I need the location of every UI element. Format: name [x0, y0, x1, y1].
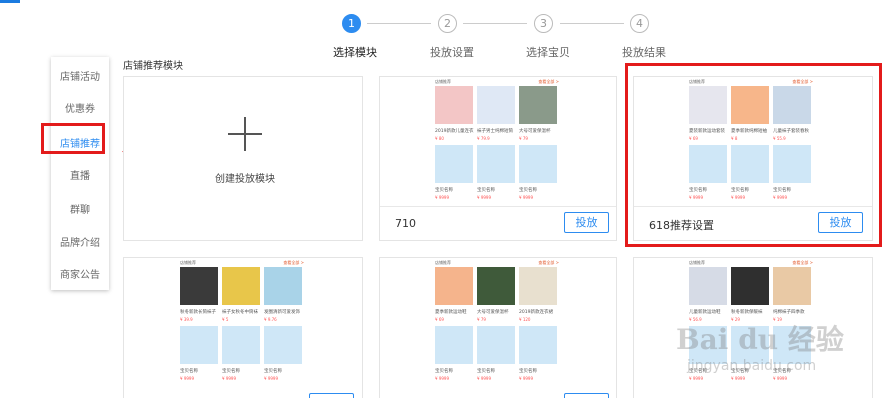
- module-preview: 店铺推荐 查看全部 > 秋冬新款长筒袜子 ¥ 39.9 宝贝名称 ¥ 9999 袜子女秋冬中…: [177, 259, 307, 387]
- placeholder-thumbnail: [435, 145, 473, 183]
- product-thumbnail: [773, 267, 811, 305]
- placeholder-name: 宝贝名称: [477, 369, 495, 374]
- product-thumbnail: [731, 267, 769, 305]
- product-name: 袜子女秋冬中筒袜: [222, 310, 258, 315]
- placeholder-name: 宝贝名称: [264, 369, 282, 374]
- product-price: ¥ 79: [477, 317, 486, 322]
- placeholder-price: ¥ 9999: [435, 376, 449, 381]
- product-price: ¥ 39.9: [180, 317, 193, 322]
- product-price: ¥ 79: [519, 136, 528, 141]
- product-name: 纯棉袜子四季款: [773, 310, 805, 315]
- card-highlight-box: [625, 63, 882, 247]
- product-thumbnail: [477, 86, 515, 124]
- product-name: 2019新款连衣裙: [519, 310, 553, 315]
- placeholder-price: ¥ 9999: [477, 195, 491, 200]
- placeholder-name: 宝贝名称: [477, 188, 495, 193]
- product-price: ¥ 79.9: [477, 136, 490, 141]
- plus-icon: [244, 117, 246, 151]
- section-title: 店铺推荐模块: [123, 61, 183, 72]
- product-name: 袜子男士纯棉短筒: [477, 129, 513, 134]
- product-thumbnail: [264, 267, 302, 305]
- placeholder-price: ¥ 9999: [264, 376, 278, 381]
- module-preview: 店铺推荐 查看全部 > 2019新款儿童连衣 ¥ 80 宝贝名称 ¥ 9999 袜子男士纯棉…: [432, 78, 562, 206]
- preview-view-all: 查看全部 >: [792, 260, 813, 265]
- placeholder-price: ¥ 9999: [731, 376, 745, 381]
- deploy-button[interactable]: [564, 393, 609, 398]
- product-price: ¥ 69: [435, 317, 444, 322]
- placeholder-thumbnail: [180, 326, 218, 364]
- preview-header: 店铺推荐: [435, 79, 451, 84]
- product-name: 发圈清新可爱发饰: [264, 310, 300, 315]
- preview-header: 店铺推荐: [435, 260, 451, 265]
- placeholder-price: ¥ 9999: [689, 376, 703, 381]
- product-price: ¥ 9.76: [264, 317, 277, 322]
- product-thumbnail: [435, 267, 473, 305]
- placeholder-price: ¥ 9999: [519, 195, 533, 200]
- module-card-name: 710: [395, 217, 416, 230]
- product-name: 儿童新款运动鞋: [689, 310, 721, 315]
- baidu-watermark: Bai du 经验: [676, 323, 844, 356]
- placeholder-name: 宝贝名称: [519, 188, 537, 193]
- product-thumbnail: [222, 267, 260, 305]
- deploy-button[interactable]: 投放: [564, 212, 609, 233]
- placeholder-price: ¥ 9999: [773, 376, 787, 381]
- placeholder-name: 宝贝名称: [435, 369, 453, 374]
- placeholder-price: ¥ 9999: [519, 376, 533, 381]
- placeholder-price: ¥ 9999: [477, 376, 491, 381]
- product-name: 大号可爱保温杯: [477, 310, 509, 315]
- product-name: 秋冬新款保暖袜: [731, 310, 763, 315]
- placeholder-thumbnail: [519, 326, 557, 364]
- preview-header: 店铺推荐: [180, 260, 196, 265]
- preview-header: 店铺推荐: [689, 260, 705, 265]
- placeholder-name: 宝贝名称: [180, 369, 198, 374]
- placeholder-thumbnail: [519, 145, 557, 183]
- preview-view-all: 查看全部 >: [538, 260, 559, 265]
- placeholder-name: 宝贝名称: [435, 188, 453, 193]
- product-name: 夏季新款运动鞋: [435, 310, 467, 315]
- placeholder-thumbnail: [477, 145, 515, 183]
- placeholder-name: 宝贝名称: [519, 369, 537, 374]
- create-module-label: 创建投放模块: [215, 174, 275, 185]
- product-thumbnail: [435, 86, 473, 124]
- placeholder-thumbnail: [435, 326, 473, 364]
- product-name: 大号可爱保温杯: [519, 129, 551, 134]
- product-thumbnail: [519, 86, 557, 124]
- product-price: ¥ 5: [222, 317, 229, 322]
- placeholder-price: ¥ 9999: [222, 376, 236, 381]
- baidu-watermark-url: jingyan.baidu.com: [687, 358, 817, 374]
- product-thumbnail: [180, 267, 218, 305]
- product-thumbnail: [519, 267, 557, 305]
- placeholder-thumbnail: [264, 326, 302, 364]
- product-price: ¥ 80: [435, 136, 444, 141]
- create-module-card[interactable]: [123, 76, 363, 241]
- placeholder-price: ¥ 9999: [435, 195, 449, 200]
- product-thumbnail: [477, 267, 515, 305]
- product-name: 2019新款儿童连衣: [435, 129, 474, 134]
- product-thumbnail: [689, 267, 727, 305]
- placeholder-name: 宝贝名称: [222, 369, 240, 374]
- module-preview: 店铺推荐 查看全部 > 夏季新款运动鞋 ¥ 69 宝贝名称 ¥ 9999 大号可爱保温杯 ¥ …: [432, 259, 562, 387]
- product-name: 秋冬新款长筒袜子: [180, 310, 216, 315]
- preview-view-all: 查看全部 >: [283, 260, 304, 265]
- page-root: 1 2 3 4 选择模块 投放设置 选择宝贝 投放结果 店铺活动 优惠券 店铺推…: [0, 0, 883, 398]
- placeholder-price: ¥ 9999: [180, 376, 194, 381]
- card-divider: [380, 206, 616, 207]
- preview-view-all: 查看全部 >: [538, 79, 559, 84]
- deploy-button[interactable]: [309, 393, 354, 398]
- placeholder-thumbnail: [477, 326, 515, 364]
- product-price: ¥ 120: [519, 317, 531, 322]
- placeholder-thumbnail: [222, 326, 260, 364]
